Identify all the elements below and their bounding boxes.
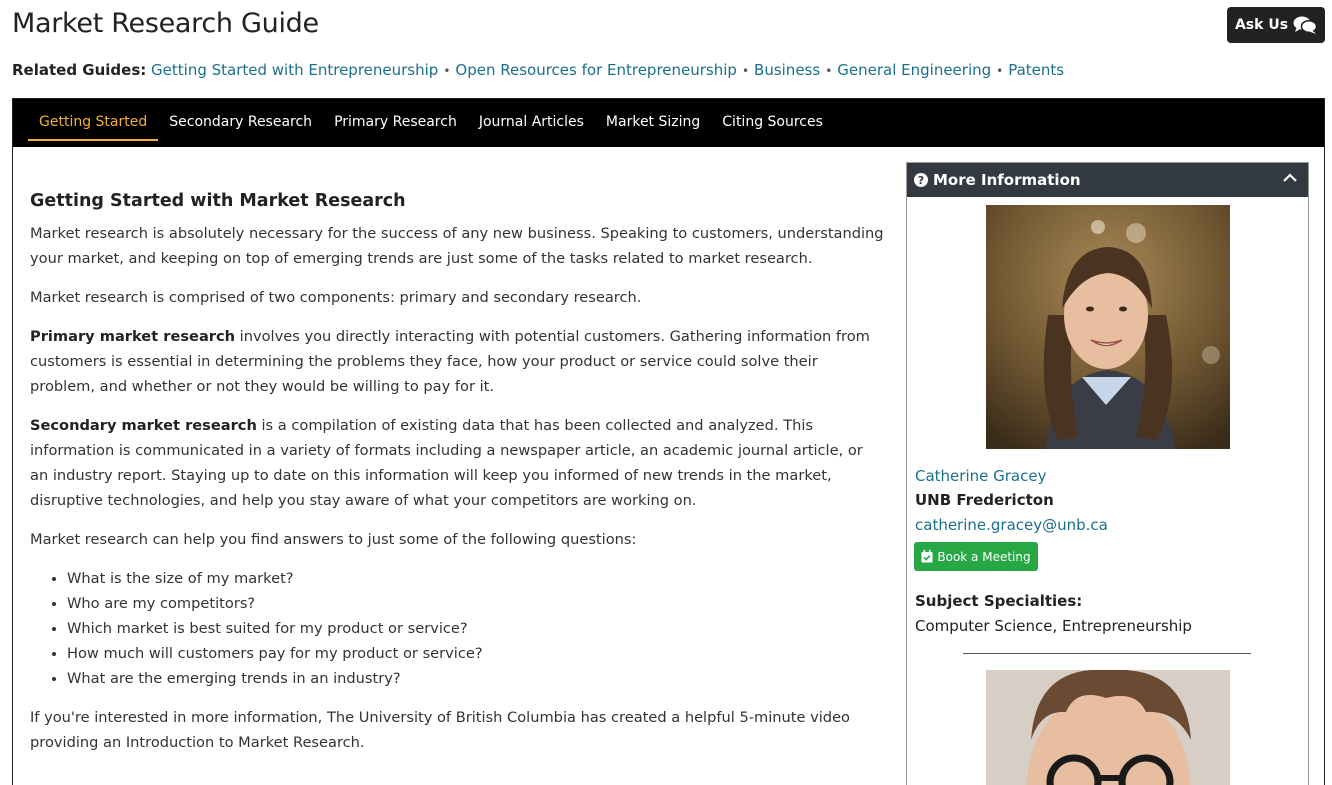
tab-primary-research[interactable]: Primary Research: [323, 99, 468, 147]
paragraph-video: If you're interested in more information…: [30, 709, 850, 751]
librarian-email-link[interactable]: catherine.gracey@unb.ca: [915, 516, 1108, 534]
main-content: Getting Started with Market Research Mar…: [30, 189, 885, 769]
related-guides-label: Related Guides:: [12, 61, 147, 79]
page-title: Market Research Guide: [12, 8, 319, 39]
book-meeting-label: Book a Meeting: [937, 549, 1031, 564]
ask-us-label: Ask Us: [1234, 17, 1289, 33]
guide-frame: Getting Started Secondary Research Prima…: [12, 98, 1325, 785]
chat-bubbles-icon: [1293, 16, 1318, 34]
separator: •: [741, 64, 750, 78]
profile-photo-second: [986, 670, 1230, 785]
separator: •: [825, 64, 833, 78]
subject-specialties-label: Subject Specialties:: [915, 592, 1083, 610]
question-circle-icon: ?: [914, 173, 928, 187]
related-link-entrepreneurship[interactable]: Getting Started with Entrepreneurship: [151, 61, 438, 79]
list-item: Who are my competitors?: [67, 591, 885, 616]
panel-header[interactable]: ? More Information: [907, 163, 1308, 197]
panel-title: More Information: [933, 171, 1081, 189]
paragraph-components: Market research is comprised of two comp…: [30, 289, 642, 306]
calendar-check-icon: [921, 550, 933, 563]
list-item: How much will customers pay for my produ…: [67, 641, 885, 666]
separator: •: [443, 64, 451, 78]
book-meeting-button[interactable]: Book a Meeting: [914, 542, 1038, 571]
related-link-general-engineering[interactable]: General Engineering: [837, 61, 991, 79]
tab-journal-articles[interactable]: Journal Articles: [468, 99, 595, 147]
list-item: What are the emerging trends in an indus…: [67, 666, 885, 691]
section-heading: Getting Started with Market Research: [30, 191, 406, 211]
chevron-up-icon[interactable]: [1281, 169, 1299, 187]
tab-bar: Getting Started Secondary Research Prima…: [13, 99, 1324, 147]
secondary-term: Secondary market research: [30, 417, 257, 434]
librarian-organization: UNB Fredericton: [915, 491, 1054, 509]
list-item: What is the size of my market?: [67, 566, 885, 591]
tab-market-sizing[interactable]: Market Sizing: [595, 99, 711, 147]
related-guides: Related Guides: Getting Started with Ent…: [12, 61, 1064, 79]
separator: •: [996, 64, 1004, 78]
more-information-panel: ? More Information Catherine Gracey UNB …: [906, 162, 1309, 785]
paragraph-questions-intro: Market research can help you find answer…: [30, 531, 637, 548]
tab-citing-sources[interactable]: Citing Sources: [711, 99, 834, 147]
primary-term: Primary market research: [30, 328, 236, 345]
paragraph-primary: Primary market research involves you dir…: [30, 324, 885, 399]
librarian-name-link[interactable]: Catherine Gracey: [915, 467, 1046, 485]
tab-getting-started[interactable]: Getting Started: [28, 99, 159, 147]
tab-secondary-research[interactable]: Secondary Research: [158, 99, 323, 147]
related-link-patents[interactable]: Patents: [1008, 61, 1064, 79]
paragraph-intro: Market research is absolutely necessary …: [30, 225, 884, 267]
related-link-open-resources[interactable]: Open Resources for Entrepreneurship: [455, 61, 737, 79]
related-link-business[interactable]: Business: [754, 61, 820, 79]
list-item: Which market is best suited for my produ…: [67, 616, 885, 641]
subject-specialties-value: Computer Science, Entrepreneurship: [915, 617, 1192, 635]
questions-list: What is the size of my market? Who are m…: [67, 566, 885, 691]
profile-divider: [963, 653, 1251, 654]
profile-photo: [986, 205, 1230, 449]
ask-us-button[interactable]: Ask Us: [1227, 7, 1325, 43]
paragraph-secondary: Secondary market research is a compilati…: [30, 413, 885, 513]
